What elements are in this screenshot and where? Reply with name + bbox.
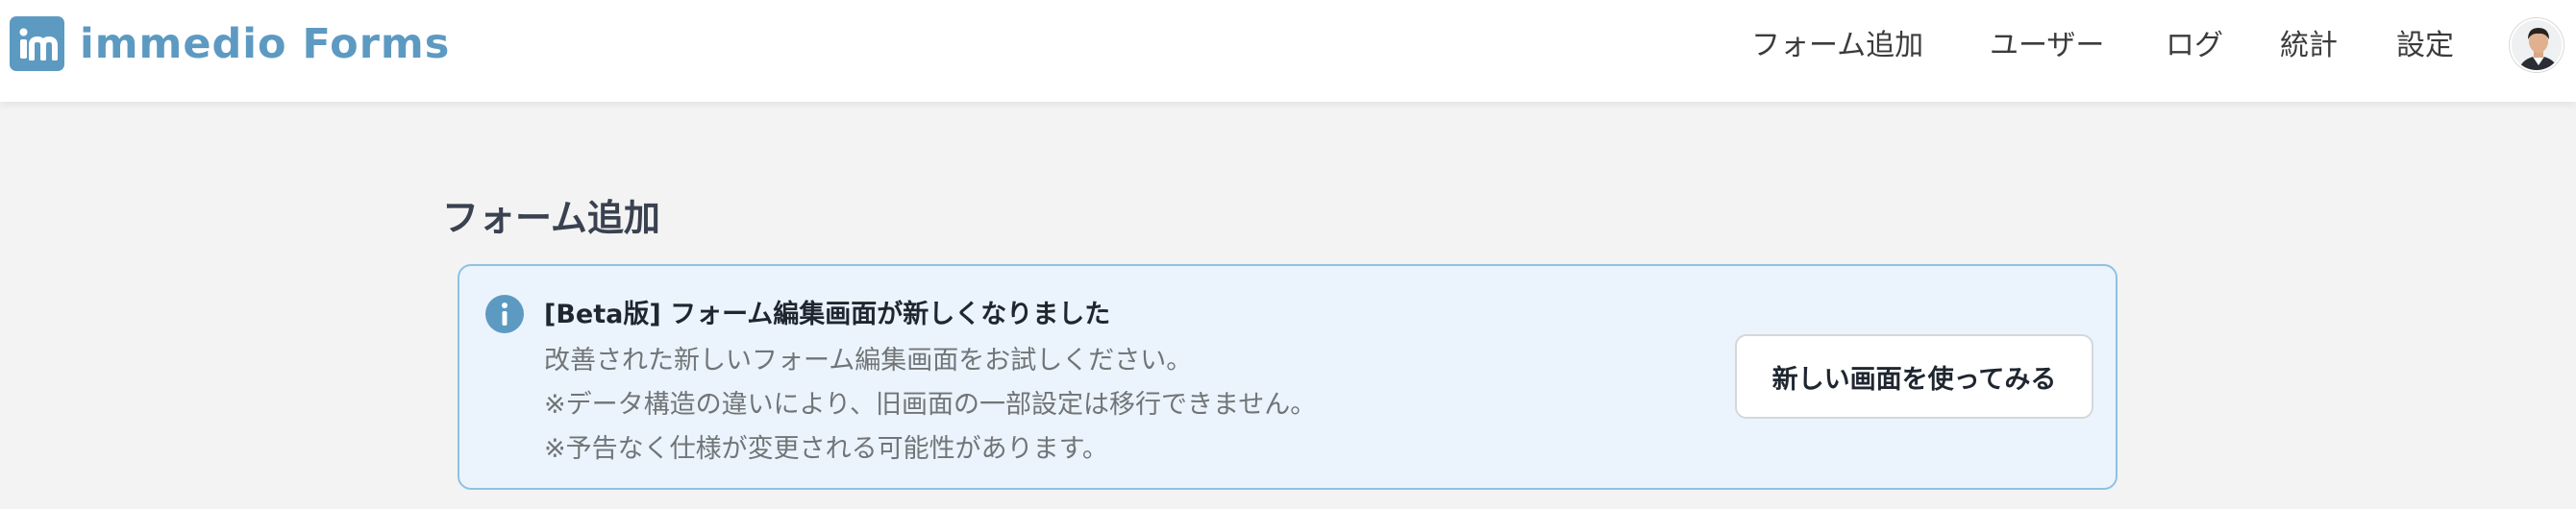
top-header: immedio Forms フォーム追加 ユーザー ログ 統計 設定 [0, 0, 2576, 102]
notice-line-1: 改善された新しいフォーム編集画面をお試しください。 [544, 346, 1193, 376]
nav-statistics[interactable]: 統計 [2280, 21, 2338, 63]
notice-title: [Beta版] フォーム編集画面が新しくなりました [544, 300, 1111, 329]
app-logo[interactable]: immedio Forms [10, 16, 450, 71]
user-avatar-icon [2512, 20, 2562, 70]
logo-mark-icon [10, 16, 64, 71]
page-title: フォーム追加 [442, 197, 660, 239]
notice-line-2: ※データ構造の違いにより、旧画面の一部設定は移行できません。 [544, 390, 1317, 420]
user-avatar[interactable] [2510, 18, 2564, 72]
nav-settings[interactable]: 設定 [2396, 21, 2454, 63]
try-new-editor-button[interactable]: 新しい画面を使ってみる [1735, 334, 2093, 419]
app-name: immedio Forms [80, 19, 451, 68]
nav-users[interactable]: ユーザー [1990, 21, 2104, 63]
nav-add-form[interactable]: フォーム追加 [1751, 21, 1923, 63]
beta-notice: [Beta版] フォーム編集画面が新しくなりました 改善された新しいフォーム編集… [458, 264, 2118, 490]
nav-log[interactable]: ログ [2166, 21, 2223, 63]
notice-line-3: ※予告なく仕様が変更される可能性があります。 [544, 434, 1108, 464]
info-icon [485, 295, 524, 333]
